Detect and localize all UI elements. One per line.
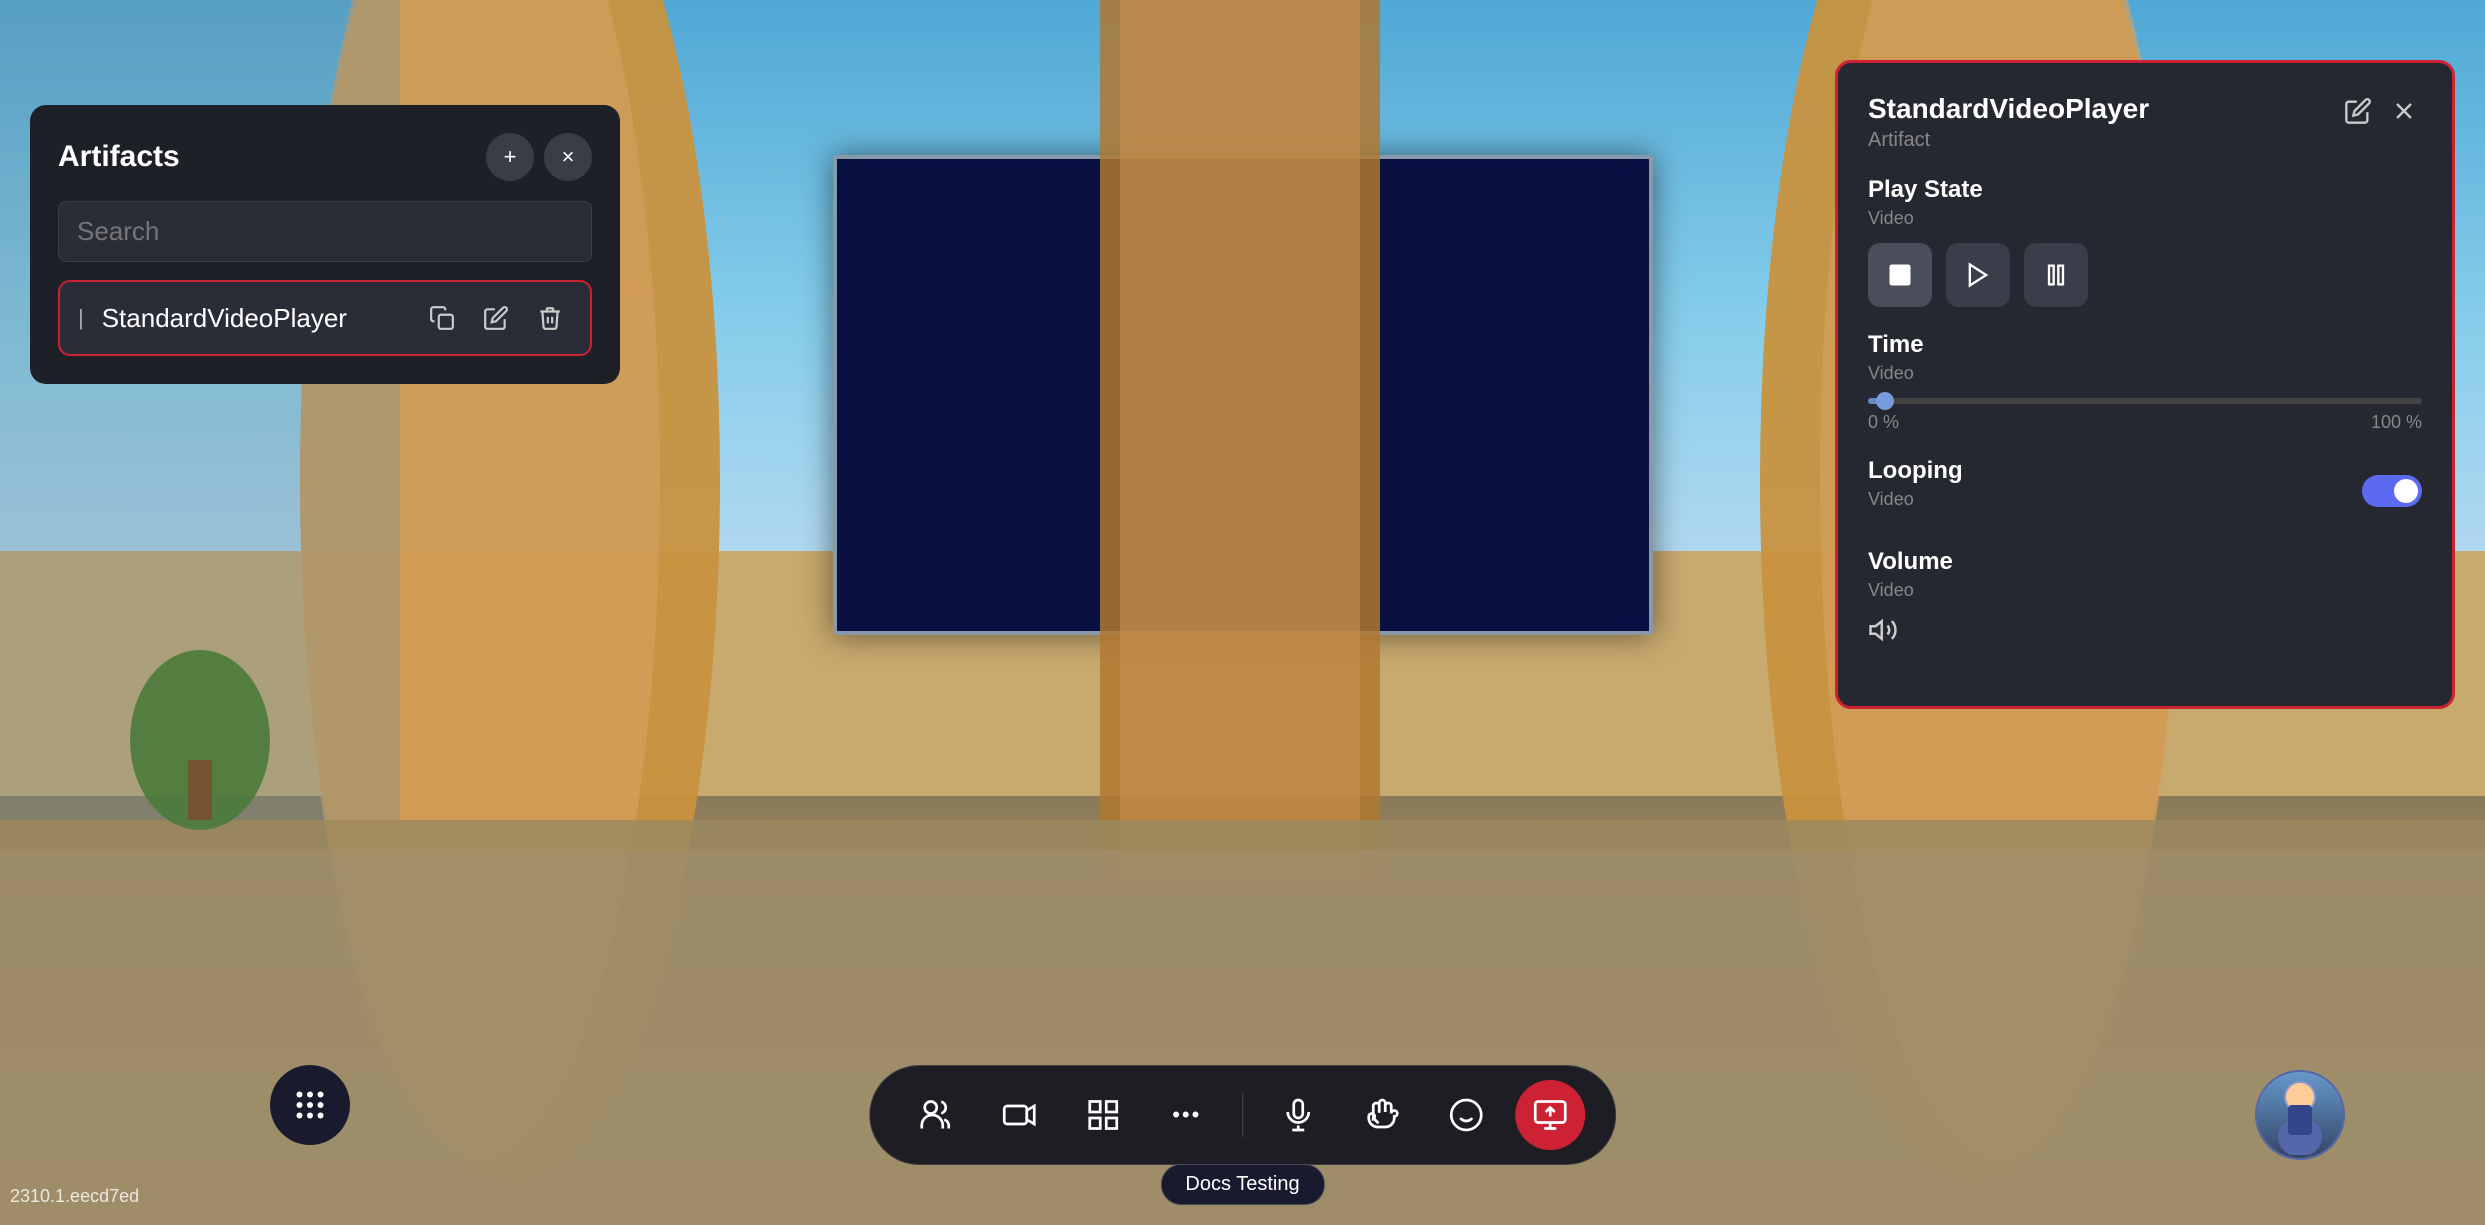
- looping-toggle[interactable]: [2362, 475, 2422, 507]
- volume-subtitle: Video: [1868, 580, 2422, 601]
- grid-view-button[interactable]: [1068, 1080, 1138, 1150]
- video-button[interactable]: [984, 1080, 1054, 1150]
- video-panel: StandardVideoPlayer Artifact Play State …: [1835, 60, 2455, 709]
- search-input[interactable]: [58, 201, 592, 262]
- add-artifact-button[interactable]: +: [486, 133, 534, 181]
- artifact-item-actions: [420, 296, 572, 340]
- video-panel-subtitle: Artifact: [1868, 129, 2149, 152]
- artifact-list-item: | StandardVideoPlayer: [58, 280, 592, 356]
- video-panel-header: StandardVideoPlayer Artifact: [1868, 93, 2422, 152]
- artifacts-header-actions: + ×: [486, 133, 592, 181]
- looping-text-group: Looping Video: [1868, 457, 1963, 524]
- video-panel-header-buttons: [2340, 93, 2422, 136]
- apps-grid-button[interactable]: [270, 1065, 350, 1145]
- microphone-button[interactable]: [1263, 1080, 1333, 1150]
- looping-row: Looping Video: [1868, 457, 2422, 524]
- pause-button[interactable]: [2024, 243, 2088, 307]
- avatar-image: [2257, 1072, 2343, 1158]
- looping-title: Looping: [1868, 457, 1963, 485]
- time-slider-container: 0 % 100 %: [1868, 398, 2422, 433]
- volume-icon: [1868, 615, 1898, 652]
- artifacts-header: Artifacts + ×: [58, 133, 592, 181]
- time-subtitle: Video: [1868, 363, 2422, 384]
- toolbar-pill: •••: [869, 1065, 1617, 1165]
- volume-section: Volume Video: [1868, 548, 2422, 652]
- close-artifacts-button[interactable]: ×: [544, 133, 592, 181]
- looping-subtitle: Video: [1868, 489, 1963, 510]
- play-state-title: Play State: [1868, 176, 2422, 204]
- delete-artifact-button[interactable]: [528, 296, 572, 340]
- play-state-section: Play State Video: [1868, 176, 2422, 307]
- time-title: Time: [1868, 331, 2422, 359]
- share-screen-button[interactable]: [1515, 1080, 1585, 1150]
- artifacts-panel: Artifacts + × | StandardVideoPlayer: [30, 105, 620, 384]
- hand-raise-button[interactable]: [1347, 1080, 1417, 1150]
- bottom-toolbar: •••: [869, 1065, 1617, 1165]
- looping-section: Looping Video: [1868, 457, 2422, 524]
- volume-title: Volume: [1868, 548, 2422, 576]
- play-button[interactable]: [1946, 243, 2010, 307]
- copy-artifact-button[interactable]: [420, 296, 464, 340]
- artifacts-title: Artifacts: [58, 140, 180, 174]
- version-text: 2310.1.eecd7ed: [10, 1186, 139, 1207]
- docs-testing-badge: Docs Testing: [1160, 1164, 1324, 1205]
- people-button[interactable]: [900, 1080, 970, 1150]
- volume-icon-row: [1868, 615, 2422, 652]
- edit-video-panel-button[interactable]: [2340, 93, 2376, 136]
- video-panel-title-group: StandardVideoPlayer Artifact: [1868, 93, 2149, 152]
- close-video-panel-button[interactable]: [2386, 93, 2422, 136]
- edit-artifact-button[interactable]: [474, 296, 518, 340]
- cursor-indicator: |: [78, 305, 84, 331]
- user-avatar[interactable]: [2255, 1070, 2345, 1160]
- play-state-subtitle: Video: [1868, 208, 2422, 229]
- play-controls: [1868, 243, 2422, 307]
- video-panel-title: StandardVideoPlayer: [1868, 93, 2149, 125]
- time-section: Time Video 0 % 100 %: [1868, 331, 2422, 433]
- more-button[interactable]: •••: [1152, 1080, 1222, 1150]
- stop-button[interactable]: [1868, 243, 1932, 307]
- toolbar-divider: [1242, 1093, 1244, 1137]
- artifact-name: StandardVideoPlayer: [102, 303, 406, 334]
- emoji-button[interactable]: [1431, 1080, 1501, 1150]
- toggle-knob: [2394, 479, 2418, 503]
